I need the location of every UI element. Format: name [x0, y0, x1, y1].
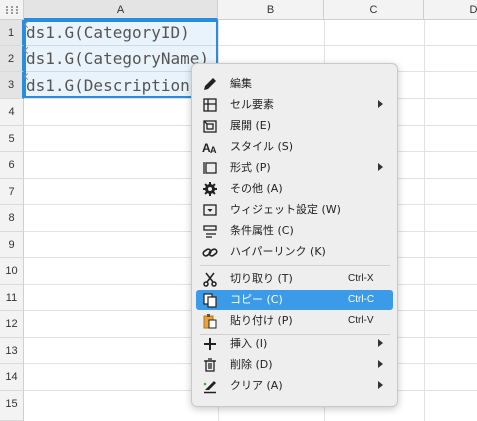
shortcut-label: Ctrl-X — [348, 273, 374, 284]
submenu-arrow-icon — [378, 339, 383, 347]
menu-item-other[interactable]: その他 (A) — [196, 179, 393, 199]
menu-item-condition[interactable]: 条件属性 (C) — [196, 221, 393, 241]
format-icon — [203, 162, 217, 174]
submenu-arrow-icon — [378, 360, 383, 368]
submenu-arrow-icon — [378, 163, 383, 171]
column-header-a[interactable]: A — [24, 0, 218, 20]
menu-item-label: 編集 — [230, 77, 252, 90]
submenu-arrow-icon — [378, 100, 383, 108]
cell-a3[interactable]: ds1.G(Description) — [26, 73, 216, 99]
menu-item-label: コピー (C) — [230, 293, 283, 306]
pencil-icon — [204, 78, 216, 90]
menu-item-label: その他 (A) — [230, 182, 283, 195]
scissors-icon — [203, 272, 217, 287]
row-header-14[interactable]: 14 — [0, 364, 24, 391]
eraser-icon — [203, 381, 216, 394]
expand-icon — [203, 120, 217, 133]
column-header-b[interactable]: B — [218, 0, 324, 20]
menu-item-cell-element[interactable]: セル要素 — [196, 95, 393, 115]
grid-dots-icon — [6, 6, 18, 14]
row-header-9[interactable]: 9 — [0, 232, 24, 258]
grid-line — [424, 20, 425, 421]
row-header-8[interactable]: 8 — [0, 205, 24, 232]
paste-icon — [203, 314, 217, 329]
menu-item-style[interactable]: AA スタイル (S) — [196, 137, 393, 157]
menu-item-edit[interactable]: 編集 — [196, 74, 393, 94]
cell-a2[interactable]: ds1.G(CategoryName) — [26, 46, 216, 72]
menu-item-label: 形式 (P) — [230, 161, 271, 174]
row-header-10[interactable]: 10 — [0, 258, 24, 285]
menu-item-copy[interactable]: コピー (C) Ctrl-C — [196, 290, 393, 310]
menu-item-label: セル要素 — [230, 98, 274, 111]
menu-item-label: ウィジェット設定 (W) — [230, 203, 341, 216]
menu-item-label: 切り取り (T) — [230, 272, 293, 285]
menu-item-label: 挿入 (I) — [230, 337, 268, 350]
menu-item-widget-settings[interactable]: ウィジェット設定 (W) — [196, 200, 393, 220]
menu-item-clear[interactable]: クリア (A) — [196, 376, 393, 396]
menu-item-label: スタイル (S) — [230, 140, 294, 153]
submenu-arrow-icon — [378, 381, 383, 389]
row-header-2[interactable]: 2 — [0, 46, 24, 72]
cell-a1[interactable]: ds1.G(CategoryID) — [26, 20, 216, 46]
row-header-11[interactable]: 11 — [0, 285, 24, 311]
text-style-icon: AA — [202, 141, 217, 155]
row-header-5[interactable]: 5 — [0, 126, 24, 152]
menu-separator — [200, 265, 390, 266]
select-all-corner[interactable] — [0, 0, 24, 20]
widget-icon — [203, 204, 217, 216]
menu-item-label: 展開 (E) — [230, 119, 272, 132]
menu-item-paste[interactable]: 貼り付け (P) Ctrl-V — [196, 311, 393, 331]
row-header-12[interactable]: 12 — [0, 311, 24, 338]
row-header-3[interactable]: 3 — [0, 72, 24, 99]
menu-item-delete[interactable]: 削除 (D) — [196, 355, 393, 375]
svg-text:A: A — [210, 145, 217, 155]
shortcut-label: Ctrl-V — [348, 315, 374, 326]
link-icon — [202, 248, 218, 257]
condition-icon — [203, 225, 217, 238]
menu-item-cut[interactable]: 切り取り (T) Ctrl-X — [196, 269, 393, 289]
row-header-7[interactable]: 7 — [0, 179, 24, 205]
gear-icon — [203, 182, 217, 196]
shortcut-label: Ctrl-C — [348, 294, 375, 305]
menu-item-label: ハイパーリンク (K) — [230, 245, 326, 258]
row-header-1[interactable]: 1 — [0, 20, 24, 46]
context-menu: 編集 セル要素 展開 (E) AA スタイル (S) 形式 (P) その他 (A… — [191, 63, 398, 407]
row-header-13[interactable]: 13 — [0, 338, 24, 364]
row-header-15[interactable]: 15 — [0, 391, 24, 421]
menu-item-label: 貼り付け (P) — [230, 314, 293, 327]
menu-item-label: 条件属性 (C) — [230, 224, 294, 237]
menu-item-label: クリア (A) — [230, 379, 283, 392]
menu-item-expand[interactable]: 展開 (E) — [196, 116, 393, 136]
trash-icon — [204, 358, 216, 372]
menu-item-insert[interactable]: 挿入 (I) — [196, 334, 393, 354]
plus-icon — [204, 338, 216, 350]
table-cell-icon — [203, 98, 217, 112]
row-header-4[interactable]: 4 — [0, 99, 24, 126]
copy-icon — [203, 293, 217, 308]
menu-item-format[interactable]: 形式 (P) — [196, 158, 393, 178]
column-header-d[interactable]: D — [424, 0, 477, 20]
column-header-c[interactable]: C — [324, 0, 424, 20]
row-header-6[interactable]: 6 — [0, 152, 24, 179]
menu-item-label: 削除 (D) — [230, 358, 273, 371]
menu-item-hyperlink[interactable]: ハイパーリンク (K) — [196, 242, 393, 262]
